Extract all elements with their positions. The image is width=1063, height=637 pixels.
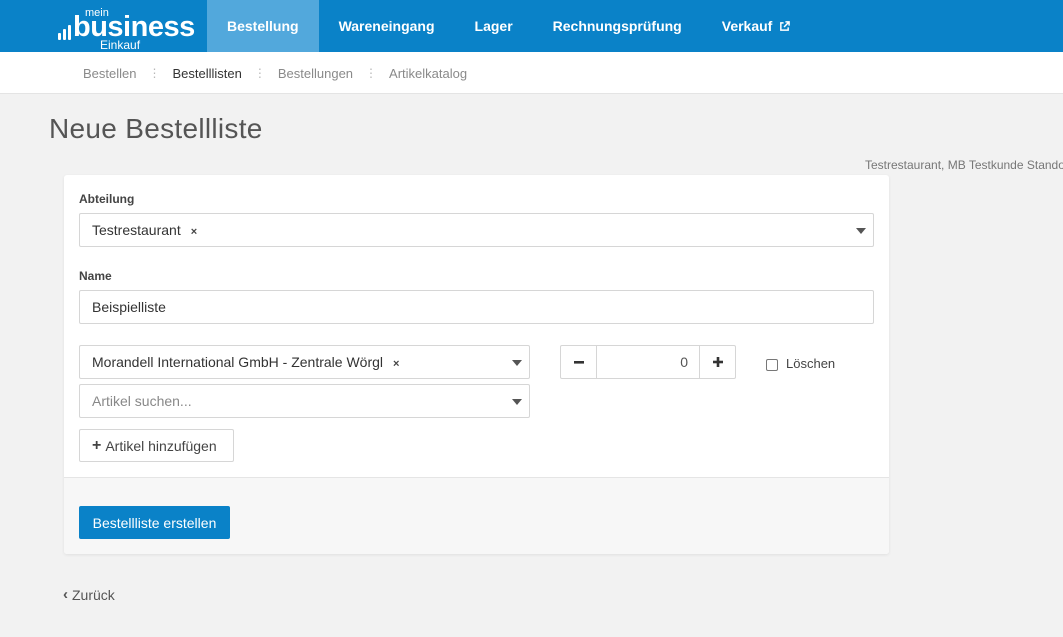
- delete-label: Löschen: [786, 356, 836, 371]
- nav-verkauf[interactable]: Verkauf: [702, 0, 810, 52]
- article-search-placeholder: Artikel suchen...: [92, 393, 192, 409]
- chevron-down-icon: [856, 228, 866, 234]
- name-label: Name: [79, 269, 112, 283]
- nav-lager[interactable]: Lager: [455, 0, 533, 52]
- quantity-input[interactable]: 0: [598, 354, 698, 370]
- nav-rechnungspruefung[interactable]: Rechnungsprüfung: [533, 0, 702, 52]
- name-input[interactable]: Beispielliste: [79, 290, 874, 324]
- delete-option: Löschen: [766, 356, 835, 371]
- back-label: Zurück: [72, 586, 115, 603]
- page-title: Neue Bestellliste: [49, 113, 263, 144]
- chevron-down-icon: [512, 360, 522, 366]
- form-card: Abteilung Testrestaurant × Name Beispiell…: [64, 175, 889, 554]
- supplier-value: Morandell International GmbH - Zentrale …: [92, 354, 384, 370]
- quantity-stepper: 0: [560, 345, 736, 379]
- create-list-button[interactable]: Bestellliste erstellen: [79, 506, 230, 539]
- plus-icon: +: [92, 436, 102, 454]
- clear-supplier-icon[interactable]: ×: [393, 358, 399, 370]
- logo-einkauf-badge: Einkauf: [94, 37, 147, 53]
- subnav-bestelllisten[interactable]: Bestelllisten: [172, 66, 241, 81]
- minus-icon: [573, 361, 584, 364]
- subnav-separator: ⋮: [365, 66, 378, 80]
- increment-button[interactable]: [699, 346, 735, 378]
- chevron-left-icon: ‹: [63, 586, 68, 603]
- article-search-select[interactable]: Artikel suchen...: [79, 384, 530, 418]
- delete-checkbox[interactable]: [766, 358, 778, 371]
- add-article-label: Artikel hinzufügen: [105, 437, 217, 454]
- external-link-icon: [775, 20, 790, 34]
- main-nav: Bestellung Wareneingang Lager Rechnungsp…: [207, 0, 810, 52]
- add-article-button[interactable]: + Artikel hinzufügen: [79, 429, 234, 462]
- subnav-separator: ⋮: [253, 66, 266, 80]
- clear-abteilung-icon[interactable]: ×: [191, 226, 197, 238]
- abteilung-select[interactable]: Testrestaurant ×: [79, 213, 874, 247]
- abteilung-value: Testrestaurant: [92, 222, 181, 238]
- subnav-bestellungen[interactable]: Bestellungen: [278, 66, 353, 81]
- customer-info: Testrestaurant, MB Testkunde Standort: [865, 158, 1063, 172]
- decrement-button[interactable]: [561, 346, 597, 378]
- name-value: Beispielliste: [92, 299, 166, 315]
- brand-logo[interactable]: mein business Einkauf: [58, 6, 195, 53]
- sub-navbar: Bestellen ⋮ Bestelllisten ⋮ Bestellungen…: [0, 52, 1063, 94]
- supplier-select[interactable]: Morandell International GmbH - Zentrale …: [79, 345, 530, 379]
- top-navbar: mein business Einkauf Bestellung Warenei…: [0, 0, 1063, 53]
- subnav-bestellen[interactable]: Bestellen: [83, 66, 136, 81]
- nav-bestellung[interactable]: Bestellung: [207, 0, 319, 52]
- back-link[interactable]: ‹ Zurück: [63, 586, 115, 603]
- nav-wareneingang[interactable]: Wareneingang: [319, 0, 455, 52]
- abteilung-label: Abteilung: [79, 192, 135, 206]
- subnav-artikelkatalog[interactable]: Artikelkatalog: [389, 66, 467, 81]
- create-list-label: Bestellliste erstellen: [92, 514, 217, 531]
- chevron-down-icon: [512, 399, 522, 405]
- subnav-separator: ⋮: [148, 66, 161, 80]
- plus-icon: [712, 357, 723, 367]
